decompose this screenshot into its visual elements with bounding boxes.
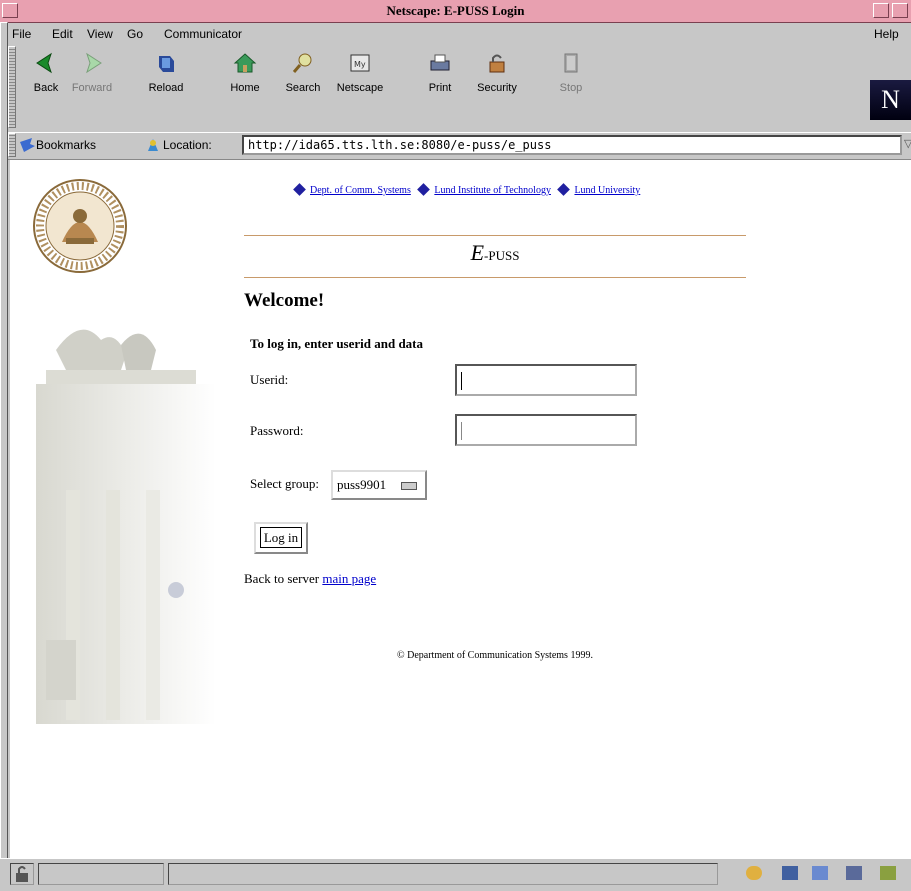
- menu-view[interactable]: View: [87, 27, 113, 41]
- navigation-toolbar: Back Forward Reload Home Search My Netsc…: [8, 46, 911, 130]
- bottom-divider: [244, 277, 746, 278]
- password-input[interactable]: [455, 414, 637, 446]
- edit-icon[interactable]: [880, 866, 896, 880]
- netscape-logo[interactable]: N: [870, 80, 911, 120]
- top-divider: [244, 235, 746, 236]
- progress-field: [38, 863, 164, 885]
- security-button[interactable]: Security: [472, 46, 522, 128]
- mailbox-icon[interactable]: [782, 866, 798, 880]
- menu-bar: File Edit View Go Communicator Help: [8, 22, 911, 46]
- back-button[interactable]: Back: [26, 46, 66, 128]
- header-links: Dept. of Comm. Systems Lund Institute of…: [293, 183, 646, 196]
- component-bar: [728, 863, 911, 885]
- welcome-heading: Welcome!: [244, 290, 325, 311]
- print-button[interactable]: Print: [422, 46, 458, 128]
- status-message-field: [168, 863, 718, 885]
- reload-icon: [159, 56, 174, 72]
- back-arrow-icon: [36, 52, 52, 74]
- browser-window: Netscape: E-PUSS Login File Edit View Go…: [0, 0, 911, 891]
- home-icon: [233, 53, 257, 73]
- main-page-link[interactable]: main page: [322, 571, 376, 586]
- page-content: Dept. of Comm. Systems Lund Institute of…: [10, 160, 911, 858]
- status-bar: [0, 858, 911, 891]
- location-page-icon[interactable]: [146, 137, 160, 153]
- maximize-button[interactable]: [892, 3, 908, 18]
- stop-icon: [564, 53, 578, 73]
- login-instructions: To log in, enter userid and data: [250, 336, 424, 351]
- login-button[interactable]: Log in: [254, 522, 308, 554]
- bookmarks-icon[interactable]: [20, 138, 36, 152]
- back-to-server-text: Back to server main page: [244, 571, 377, 586]
- navigator-icon[interactable]: [746, 866, 762, 880]
- lund-university-link[interactable]: Lund University: [574, 185, 640, 196]
- composer-icon[interactable]: [846, 866, 862, 880]
- svg-text:My: My: [354, 60, 366, 69]
- window-left-border: [0, 22, 8, 860]
- menu-edit[interactable]: Edit: [52, 27, 73, 41]
- building-watermark-image: [36, 329, 216, 724]
- title-bar[interactable]: Netscape: E-PUSS Login: [0, 0, 911, 23]
- text-cursor-icon: [461, 372, 462, 390]
- security-lock-icon[interactable]: [10, 863, 34, 885]
- printer-icon: [430, 54, 450, 71]
- forward-arrow-icon: [86, 52, 102, 74]
- bookmarks-button[interactable]: Bookmarks: [36, 138, 96, 152]
- copyright-text: © Department of Communication Systems 19…: [397, 650, 593, 661]
- group-select[interactable]: puss9901: [331, 470, 427, 500]
- text-cursor-icon: [461, 422, 462, 440]
- forward-button[interactable]: Forward: [68, 46, 116, 128]
- password-label: Password:: [250, 423, 304, 438]
- userid-input[interactable]: [455, 364, 637, 396]
- minimize-button[interactable]: [873, 3, 889, 18]
- location-toolbar: Bookmarks Location: http://ida65.tts.lth…: [8, 132, 911, 160]
- my-netscape-icon: My: [350, 54, 370, 72]
- link-bullet-icon: [417, 183, 431, 196]
- location-label: Location:: [163, 138, 212, 152]
- group-label: Select group:: [250, 476, 319, 491]
- search-icon: [292, 53, 312, 73]
- stop-button[interactable]: Stop: [554, 46, 588, 128]
- padlock-icon: [489, 54, 505, 73]
- menu-go[interactable]: Go: [127, 27, 143, 41]
- toolbar-grip[interactable]: [8, 46, 16, 128]
- dept-comm-systems-link[interactable]: Dept. of Comm. Systems: [310, 185, 411, 196]
- location-grip[interactable]: [8, 133, 16, 157]
- userid-label: Userid:: [250, 372, 289, 387]
- link-bullet-icon: [293, 183, 306, 196]
- home-button[interactable]: Home: [226, 46, 264, 128]
- menu-communicator[interactable]: Communicator: [164, 27, 242, 41]
- location-url-input[interactable]: http://ida65.tts.lth.se:8080/e-puss/e_pu…: [242, 135, 902, 155]
- search-button[interactable]: Search: [282, 46, 324, 128]
- lund-institute-link[interactable]: Lund Institute of Technology: [434, 185, 551, 196]
- menu-help[interactable]: Help: [874, 27, 899, 41]
- lund-university-seal-logo: [33, 179, 127, 273]
- window-title: Netscape: E-PUSS Login: [386, 3, 525, 18]
- menu-file[interactable]: File: [12, 27, 31, 41]
- reload-button[interactable]: Reload: [144, 46, 188, 128]
- location-dropdown-icon[interactable]: ▽: [904, 137, 911, 150]
- netscape-button[interactable]: My Netscape: [334, 46, 386, 128]
- discussions-icon[interactable]: [812, 866, 828, 880]
- app-title: E-PUSS: [470, 240, 520, 265]
- option-menu-indicator-icon: [401, 482, 417, 490]
- link-bullet-icon: [557, 183, 571, 196]
